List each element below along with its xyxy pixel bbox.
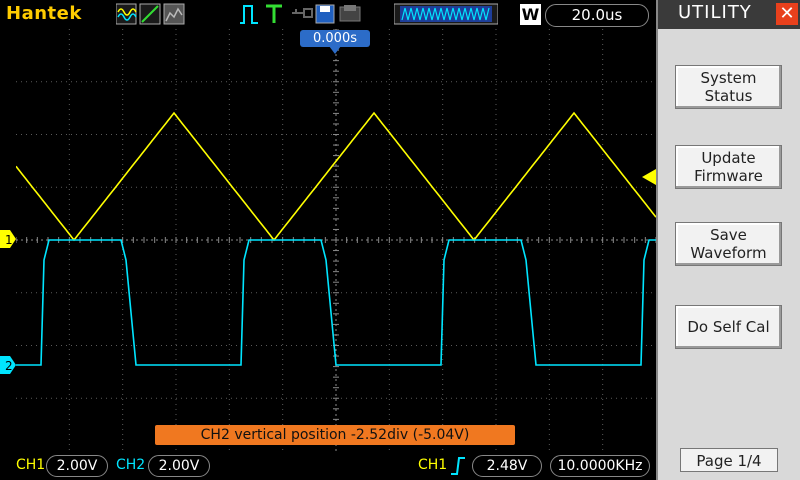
frequency-readout: 10.0000KHz [550,455,650,477]
trigger-position-arrow-icon [329,46,341,54]
ch1-volts-per-div[interactable]: 2.00V [46,455,108,477]
status-message: CH2 vertical position -2.52div (-5.04V) [155,425,515,445]
usb-icon [292,8,313,18]
trigger-indicators [240,4,282,24]
timebase-value[interactable]: 20.0us [545,4,649,27]
close-icon[interactable]: ✕ [776,3,798,25]
panel-title: UTILITY [678,2,752,23]
waveform-display [16,29,656,451]
update-firmware-button[interactable]: Update Firmware [675,145,782,189]
memory-depth-indicator [394,3,498,25]
ch2-volts-per-div[interactable]: 2.00V [148,455,210,477]
top-status-bar: Hantek W 20.0us [0,0,656,29]
ch1-label: CH1 [16,457,46,473]
trigger-source: CH1 [418,457,448,473]
page-indicator[interactable]: Page 1/4 [680,448,778,472]
utility-menu-panel: UTILITY ✕ System Status Update Firmware … [656,0,800,480]
rising-edge-icon [451,457,465,475]
save-waveform-button[interactable]: Save Waveform [675,222,782,266]
brand-logo: Hantek [6,3,82,24]
ch2-label: CH2 [116,457,146,473]
file-icons [292,4,361,24]
ch2-marker[interactable]: 2 [0,356,16,374]
svg-text:2: 2 [5,359,13,373]
ch1-marker[interactable]: 1 [0,230,16,248]
panel-header: UTILITY ✕ [658,0,800,29]
system-status-button[interactable]: System Status [675,65,782,109]
trigger-position[interactable]: 0.000s [300,30,370,47]
display-mode-icons[interactable] [116,3,186,25]
svg-text:1: 1 [5,233,13,247]
bottom-status-bar: CH1 2.00V CH2 2.00V CH1 2.48V 10.0000KHz [0,451,656,480]
trigger-level[interactable]: 2.48V [472,455,542,477]
trigger-status-icon [266,4,282,23]
edge-trigger-icon [240,5,258,24]
self-cal-button[interactable]: Do Self Cal [675,305,782,349]
acquisition-mode-badge: W [520,4,541,25]
